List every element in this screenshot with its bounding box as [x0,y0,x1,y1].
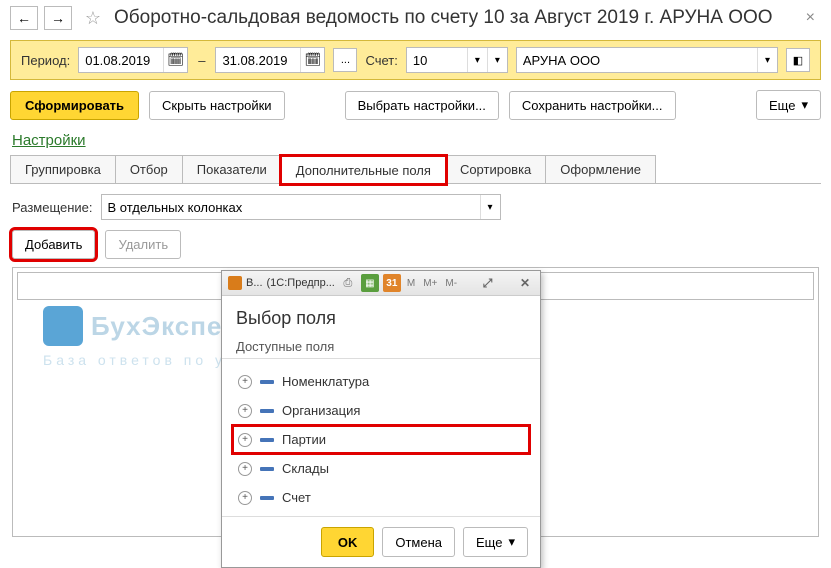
placement-dropdown-icon[interactable]: ▾ [480,195,500,219]
expand-icon[interactable]: + [238,433,252,447]
memory-mminus-button[interactable]: M- [443,278,459,289]
tab-filter[interactable]: Отбор [115,155,183,183]
calendar-day-icon[interactable]: 31 [383,274,401,292]
memory-mplus-button[interactable]: M+ [421,278,439,289]
org-dropdown-icon[interactable]: ▾ [757,48,777,72]
filter-bar: Период: 🗓 – 🗓 ... Счет: ▾ ▾ ▾ ◧ [10,40,821,80]
modal-ok-button[interactable]: OK [321,527,375,557]
tab-extra-fields[interactable]: Дополнительные поля [281,156,446,184]
field-label: Партии [282,432,326,447]
expand-icon[interactable]: + [238,491,252,505]
form-button[interactable]: Сформировать [10,91,139,120]
field-label: Счет [282,490,311,505]
expand-icon[interactable]: + [238,462,252,476]
favorite-star-icon[interactable]: ☆ [82,7,104,29]
modal-window-title: В... [246,277,263,289]
tab-sorting[interactable]: Сортировка [445,155,546,183]
field-selection-modal: В... (1С:Предпр... ⎙ ▦ 31 M M+ M- ⤢ ✕ Вы… [221,270,541,568]
modal-more-button[interactable]: Еще ▾ [463,527,528,557]
chevron-down-icon: ▾ [801,97,808,113]
delete-button[interactable]: Удалить [105,230,181,259]
field-item-account[interactable]: + Счет [232,483,530,512]
field-type-icon [260,438,274,442]
page-title: Оборотно-сальдовая ведомость по счету 10… [114,7,794,29]
field-item-nomenclature[interactable]: + Номенклатура [232,367,530,396]
account-lookup-icon[interactable]: ▾ [487,48,507,72]
organization-input[interactable] [517,49,757,72]
modal-cancel-button[interactable]: Отмена [382,527,455,557]
field-item-organization[interactable]: + Организация [232,396,530,425]
field-type-icon [260,380,274,384]
forward-button[interactable]: → [44,6,72,30]
tab-grouping[interactable]: Группировка [10,155,116,183]
account-dropdown-icon[interactable]: ▾ [467,48,487,72]
field-type-icon [260,409,274,413]
back-button[interactable]: ← [10,6,38,30]
field-type-icon [260,496,274,500]
hide-settings-button[interactable]: Скрыть настройки [149,91,285,120]
more-button[interactable]: Еще▾ [756,90,821,120]
chevron-down-icon: ▾ [508,534,515,550]
field-type-icon [260,467,274,471]
calendar-to-icon[interactable]: 🗓 [300,48,324,72]
tab-indicators[interactable]: Показатели [182,155,282,183]
save-settings-button[interactable]: Сохранить настройки... [509,91,676,120]
date-from-input[interactable] [79,49,163,72]
period-picker-button[interactable]: ... [333,48,357,72]
placement-select[interactable] [102,195,480,219]
field-item-warehouses[interactable]: + Склады [232,454,530,483]
calc-table-icon[interactable]: ▦ [361,274,379,292]
expand-icon[interactable]: + [238,375,252,389]
print-icon[interactable]: ⎙ [339,274,357,292]
field-item-batches[interactable]: + Партии [232,425,530,454]
period-label: Период: [21,53,70,68]
field-label: Организация [282,403,360,418]
settings-heading: Настройки [0,130,831,155]
modal-heading: Выбор поля [222,296,540,339]
modal-close-icon[interactable]: ✕ [516,276,534,290]
field-label: Склады [282,461,329,476]
calendar-from-icon[interactable]: 🗓 [163,48,187,72]
account-label: Счет: [365,53,397,68]
add-button[interactable]: Добавить [12,230,95,259]
account-input[interactable] [407,49,467,72]
tab-design[interactable]: Оформление [545,155,656,183]
choose-settings-button[interactable]: Выбрать настройки... [345,91,499,120]
memory-m-button[interactable]: M [405,278,417,289]
modal-app-name: (1С:Предпр... [267,277,335,289]
expand-icon[interactable]: + [238,404,252,418]
dash: – [196,53,207,68]
placement-label: Размещение: [12,200,93,215]
field-label: Номенклатура [282,374,369,389]
app-1c-icon [228,276,242,290]
close-icon[interactable]: × [800,9,821,27]
modal-available-label: Доступные поля [222,339,540,359]
resize-icon[interactable]: ⤢ [479,276,497,291]
date-to-input[interactable] [216,49,300,72]
data-panel: БухЭксперт База ответов по учёту в 1С В.… [12,267,819,537]
org-popup-button[interactable]: ◧ [786,48,810,72]
